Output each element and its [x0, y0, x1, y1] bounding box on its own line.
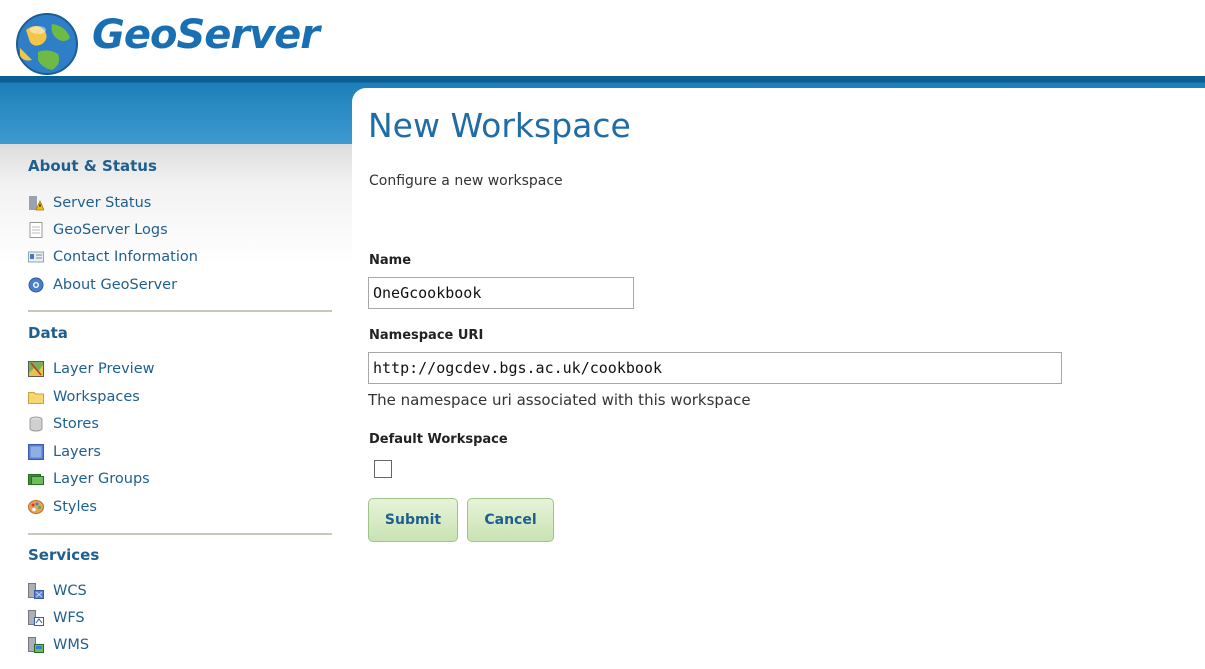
- sidebar-item-label: Server Status: [53, 195, 152, 211]
- section-title-services: Services: [28, 546, 100, 564]
- palette-icon: [28, 499, 44, 515]
- layer-group-icon: [28, 471, 44, 487]
- submit-button[interactable]: Submit: [368, 498, 458, 542]
- namespace-uri-input[interactable]: http://ogcdev.bgs.ac.uk/cookbook: [368, 352, 1062, 384]
- info-globe-icon: [28, 277, 44, 293]
- section-divider: [28, 533, 332, 535]
- geoserver-globe-logo-icon[interactable]: [8, 8, 86, 78]
- wcs-service-icon: [28, 583, 44, 599]
- sidebar-item-contact-information[interactable]: Contact Information: [28, 246, 198, 268]
- sidebar-item-wcs[interactable]: WCS: [28, 580, 87, 602]
- sidebar-item-server-status[interactable]: Server Status: [28, 192, 151, 214]
- header: GeoServer: [0, 0, 1205, 84]
- sidebar-item-label: Styles: [53, 499, 97, 515]
- page-title: New Workspace: [368, 106, 631, 145]
- sidebar-item-label: GeoServer Logs: [53, 222, 168, 238]
- sidebar-item-layers[interactable]: Layers: [28, 441, 101, 463]
- wfs-service-icon: [28, 610, 44, 626]
- namespace-uri-label: Namespace URI: [369, 328, 484, 343]
- wms-service-icon: [28, 637, 44, 653]
- section-title-data: Data: [28, 324, 68, 342]
- default-workspace-label: Default Workspace: [369, 432, 508, 447]
- sidebar-item-layer-groups[interactable]: Layer Groups: [28, 468, 150, 490]
- layer-icon: [28, 444, 44, 460]
- sidebar-item-styles[interactable]: Styles: [28, 496, 97, 518]
- contact-card-icon: [28, 249, 44, 265]
- document-icon: [28, 222, 44, 238]
- sidebar-item-label: Layer Preview: [53, 361, 155, 377]
- map-preview-icon: [28, 361, 44, 377]
- name-label: Name: [369, 253, 412, 268]
- section-title-about-status: About & Status: [28, 157, 157, 175]
- sidebar-item-label: WMS: [53, 637, 90, 653]
- sidebar-item-wms[interactable]: WMS: [28, 634, 89, 656]
- sidebar-item-label: Stores: [53, 416, 99, 432]
- page-description: Configure a new workspace: [369, 173, 563, 189]
- sidebar-item-label: WFS: [53, 610, 85, 626]
- sidebar-item-geoserver-logs[interactable]: GeoServer Logs: [28, 219, 168, 241]
- database-icon: [28, 416, 44, 432]
- server-status-icon: [28, 195, 45, 211]
- cancel-button[interactable]: Cancel: [467, 498, 554, 542]
- folder-icon: [28, 389, 44, 405]
- namespace-uri-hint: The namespace uri associated with this w…: [368, 391, 751, 409]
- sidebar-item-label: Layer Groups: [53, 471, 150, 487]
- sidebar-item-workspaces[interactable]: Workspaces: [28, 386, 140, 408]
- sidebar-item-label: Layers: [53, 444, 101, 460]
- brand-name[interactable]: GeoServer: [92, 12, 320, 58]
- sidebar-item-label: About GeoServer: [53, 277, 178, 293]
- sidebar-item-stores[interactable]: Stores: [28, 413, 99, 435]
- default-workspace-checkbox[interactable]: [374, 460, 392, 478]
- sidebar-item-about-geoserver[interactable]: About GeoServer: [28, 274, 177, 296]
- section-divider: [28, 310, 332, 312]
- sidebar-item-label: WCS: [53, 583, 87, 599]
- name-input[interactable]: OneGcookbook: [368, 277, 634, 309]
- sidebar-item-label: Workspaces: [53, 389, 140, 405]
- sidebar-item-wfs[interactable]: WFS: [28, 607, 85, 629]
- sidebar-item-label: Contact Information: [53, 249, 198, 265]
- sidebar-item-layer-preview[interactable]: Layer Preview: [28, 358, 154, 380]
